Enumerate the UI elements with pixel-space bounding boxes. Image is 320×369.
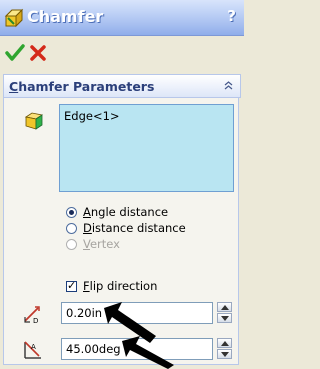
flip-direction-checkbox[interactable]: Flip direction xyxy=(66,279,157,293)
spin-down-button[interactable] xyxy=(217,349,232,359)
action-bar xyxy=(0,36,244,74)
radio-button[interactable] xyxy=(66,222,77,234)
radio-vertex: Vertex xyxy=(66,236,120,252)
chamfer-feature-icon xyxy=(4,8,24,28)
radio-angle-distance[interactable]: Angle distance xyxy=(66,204,168,220)
spin-down-button[interactable] xyxy=(217,313,232,323)
radio-label: Distance distance xyxy=(83,221,186,235)
checkbox-label: Flip direction xyxy=(83,279,158,293)
radio-distance-distance[interactable]: Distance distance xyxy=(66,220,186,236)
radio-button xyxy=(66,238,77,250)
checkbox[interactable] xyxy=(66,279,77,292)
arrow-up-icon xyxy=(221,341,229,346)
window-title: Chamfer xyxy=(27,7,104,26)
spin-up-button[interactable] xyxy=(217,338,232,348)
annotation-arrow-icon xyxy=(122,336,174,369)
arrow-down-icon xyxy=(221,352,229,357)
distance-icon: D xyxy=(24,306,40,325)
selection-item[interactable]: Edge<1> xyxy=(64,109,120,123)
radio-button[interactable] xyxy=(66,206,77,218)
angle-icon: A xyxy=(24,341,41,359)
distance-spinner[interactable] xyxy=(217,302,232,324)
group-header[interactable]: Chamfer Parameters xyxy=(3,74,241,98)
edge-selection-icon xyxy=(24,112,44,130)
arrow-up-icon xyxy=(221,305,229,310)
ok-check-icon[interactable] xyxy=(4,42,26,64)
svg-text:A: A xyxy=(31,343,36,351)
radio-label: Vertex xyxy=(83,237,120,251)
collapse-chevron-icon[interactable] xyxy=(223,80,234,91)
svg-text:D: D xyxy=(33,317,38,325)
angle-spinner[interactable] xyxy=(217,338,232,360)
group-title: Chamfer Parameters xyxy=(9,79,155,94)
radio-label: Angle distance xyxy=(83,205,169,219)
help-button[interactable]: ? xyxy=(227,7,236,25)
cancel-x-icon[interactable] xyxy=(28,43,48,63)
arrow-down-icon xyxy=(221,316,229,321)
edge-selection-list[interactable]: Edge<1> xyxy=(59,104,234,192)
title-bar: Chamfer ? xyxy=(0,0,244,36)
spin-up-button[interactable] xyxy=(217,302,232,312)
